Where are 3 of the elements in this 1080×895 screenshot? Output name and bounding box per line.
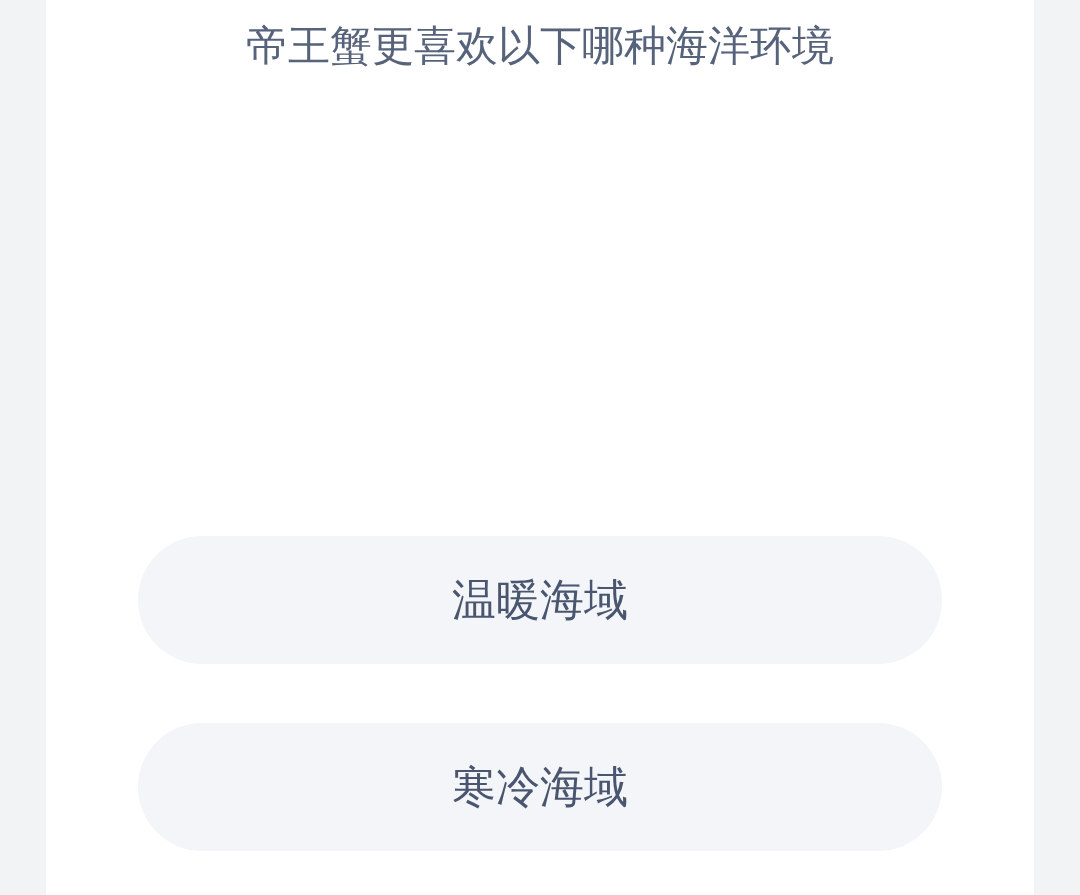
answer-option[interactable]: 温暖海域 [138, 536, 942, 664]
question-text: 帝王蟹更喜欢以下哪种海洋环境 [246, 20, 834, 72]
answer-option[interactable]: 寒冷海域 [138, 723, 942, 851]
